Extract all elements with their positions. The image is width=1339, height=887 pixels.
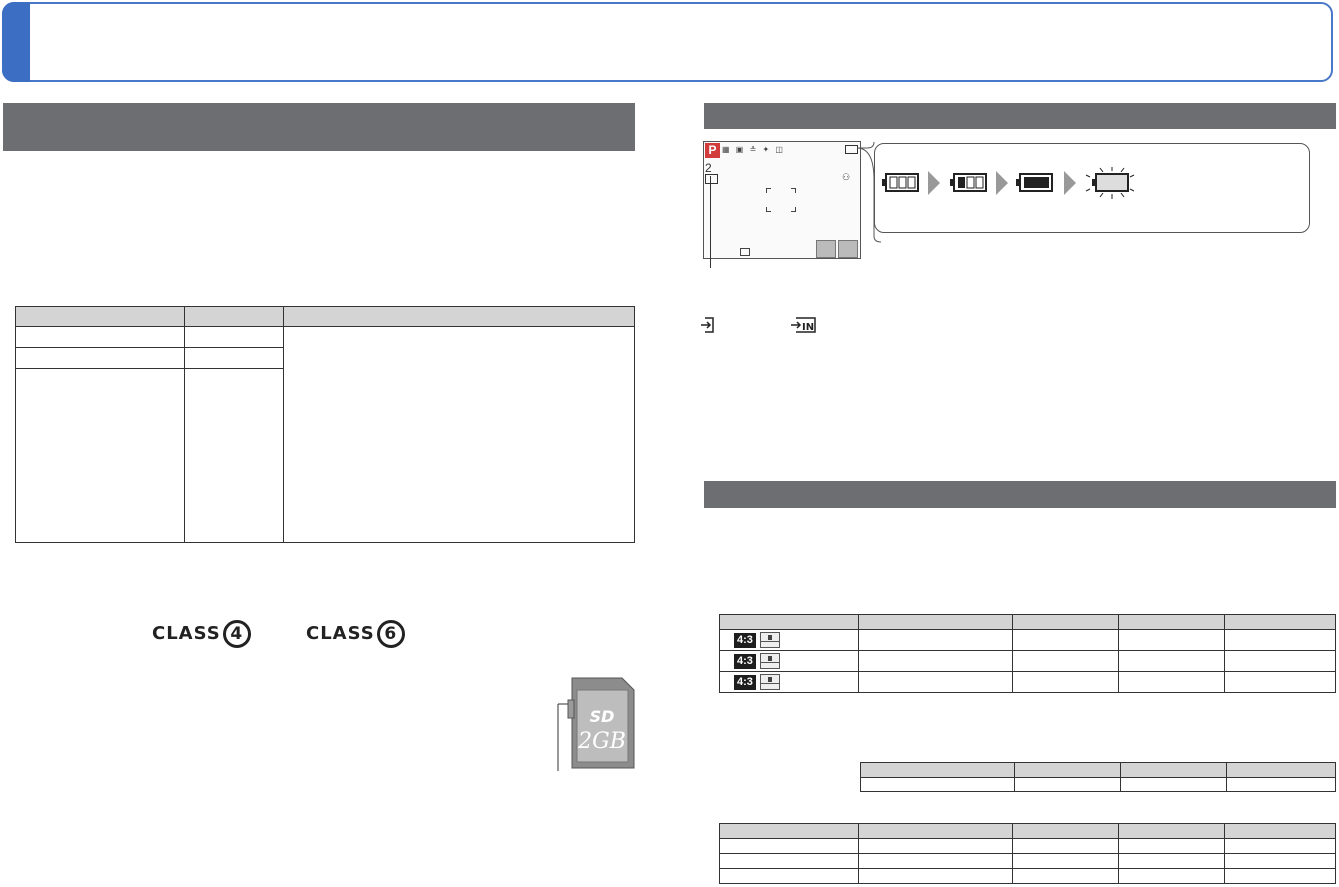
aspect-cell: 4:3 bbox=[719, 671, 859, 693]
table-cell bbox=[1118, 853, 1225, 869]
table-cell bbox=[1014, 777, 1121, 792]
table-cell bbox=[1224, 868, 1336, 884]
lcd-status-icons: ▦ ▣ ≗ ✦ ◫ bbox=[722, 145, 785, 154]
battery-level-sequence bbox=[882, 167, 1135, 199]
card-access-icon bbox=[701, 317, 714, 333]
card-table-header-1 bbox=[15, 306, 185, 327]
class4-logo: CLASS 4 bbox=[152, 620, 251, 648]
table-cell bbox=[858, 650, 1013, 672]
table-header bbox=[719, 823, 859, 839]
table-header bbox=[858, 823, 1013, 839]
table-cell bbox=[1224, 650, 1336, 672]
table-cell bbox=[858, 838, 1013, 854]
recording-time-table bbox=[719, 823, 1336, 884]
aspect-ratio-tag: 4:3 bbox=[734, 674, 756, 690]
table-cell bbox=[1120, 777, 1227, 792]
card-table-cell bbox=[184, 347, 284, 369]
table-cell bbox=[1012, 838, 1119, 854]
table-header bbox=[860, 762, 1015, 778]
class6-text: CLASS bbox=[306, 623, 375, 644]
table-cell bbox=[1118, 650, 1225, 672]
card-table-header-3 bbox=[283, 306, 635, 327]
table-cell bbox=[1224, 853, 1336, 869]
class4-text: CLASS bbox=[152, 623, 221, 644]
aspect-ratio-tag: 4:3 bbox=[734, 632, 756, 648]
picture-size-icon bbox=[759, 674, 780, 690]
card-table-cell bbox=[184, 368, 284, 543]
table-cell bbox=[1012, 868, 1119, 884]
title-banner-tab bbox=[2, 2, 30, 82]
card-table-notes bbox=[283, 326, 635, 543]
table-header bbox=[1226, 762, 1336, 778]
lcd-button-1 bbox=[816, 240, 836, 258]
table-header bbox=[1118, 614, 1225, 630]
svg-text:IN: IN bbox=[802, 322, 814, 333]
table-cell bbox=[858, 671, 1013, 693]
sd-capacity: 2GB bbox=[577, 729, 626, 754]
table-header bbox=[1118, 823, 1225, 839]
camera-lcd: P ▦ ▣ ≗ ✦ ◫ 2 ⚇ bbox=[703, 141, 861, 259]
table-header bbox=[1012, 614, 1119, 630]
aspect-cell: 4:3 bbox=[719, 650, 859, 672]
table-header bbox=[1224, 614, 1336, 630]
picture-size-icon bbox=[759, 653, 780, 669]
table-cell bbox=[719, 838, 859, 854]
right-section-bar-1 bbox=[704, 103, 1336, 129]
callout-connector bbox=[856, 141, 882, 243]
left-section-bar bbox=[3, 103, 635, 151]
right-section-bar-2 bbox=[704, 481, 1336, 508]
class4-number: 4 bbox=[222, 620, 251, 648]
aspect-ratio-tag: 4:3 bbox=[734, 653, 756, 669]
table-cell bbox=[1118, 671, 1225, 693]
small-table bbox=[860, 762, 1336, 792]
aspect-cell: 4:3 bbox=[719, 629, 859, 651]
table-cell bbox=[860, 777, 1015, 792]
lcd-shot-count: 2 bbox=[705, 161, 712, 175]
table-cell bbox=[858, 853, 1013, 869]
table-cell bbox=[858, 868, 1013, 884]
table-cell bbox=[858, 629, 1013, 651]
lcd-bottom-icon bbox=[740, 248, 750, 256]
lcd-internal-memory-icon bbox=[705, 174, 718, 184]
table-cell bbox=[1226, 777, 1336, 792]
card-table bbox=[15, 306, 635, 543]
card-table-cell bbox=[15, 368, 185, 543]
table-header bbox=[1012, 823, 1119, 839]
table-header bbox=[1224, 823, 1336, 839]
table-header bbox=[858, 614, 1013, 630]
table-header bbox=[719, 614, 859, 630]
table-cell bbox=[1012, 671, 1119, 693]
card-table-cell bbox=[15, 326, 185, 348]
table-cell bbox=[1224, 838, 1336, 854]
card-table-cell bbox=[184, 326, 284, 348]
table-cell bbox=[1012, 650, 1119, 672]
table-cell bbox=[719, 868, 859, 884]
lcd-pointer-line bbox=[710, 176, 711, 268]
table-cell bbox=[1012, 629, 1119, 651]
card-table-header-2 bbox=[184, 306, 284, 327]
table-header bbox=[1014, 762, 1121, 778]
sd-card-illustration: SD 2GB bbox=[557, 677, 635, 771]
table-cell bbox=[1118, 629, 1225, 651]
picture-size-icon bbox=[759, 632, 780, 648]
internal-memory-access-icon: IN bbox=[791, 317, 816, 333]
table-cell bbox=[1224, 671, 1336, 693]
scene-detect-icon: ⚇ bbox=[842, 172, 851, 182]
sd-logo: SD bbox=[590, 707, 615, 726]
table-cell bbox=[1118, 838, 1225, 854]
card-table-cell bbox=[15, 347, 185, 369]
table-cell bbox=[1118, 868, 1225, 884]
picture-size-table: 4:3 4:3 4:3 bbox=[719, 614, 1336, 693]
class6-number: 6 bbox=[376, 620, 405, 648]
table-cell bbox=[719, 853, 859, 869]
class6-logo: CLASS 6 bbox=[306, 620, 405, 648]
af-frame bbox=[766, 188, 796, 212]
mode-p-icon: P bbox=[705, 143, 720, 158]
table-header bbox=[1120, 762, 1227, 778]
table-cell bbox=[1224, 629, 1336, 651]
title-banner bbox=[2, 2, 1333, 82]
table-cell bbox=[1012, 853, 1119, 869]
